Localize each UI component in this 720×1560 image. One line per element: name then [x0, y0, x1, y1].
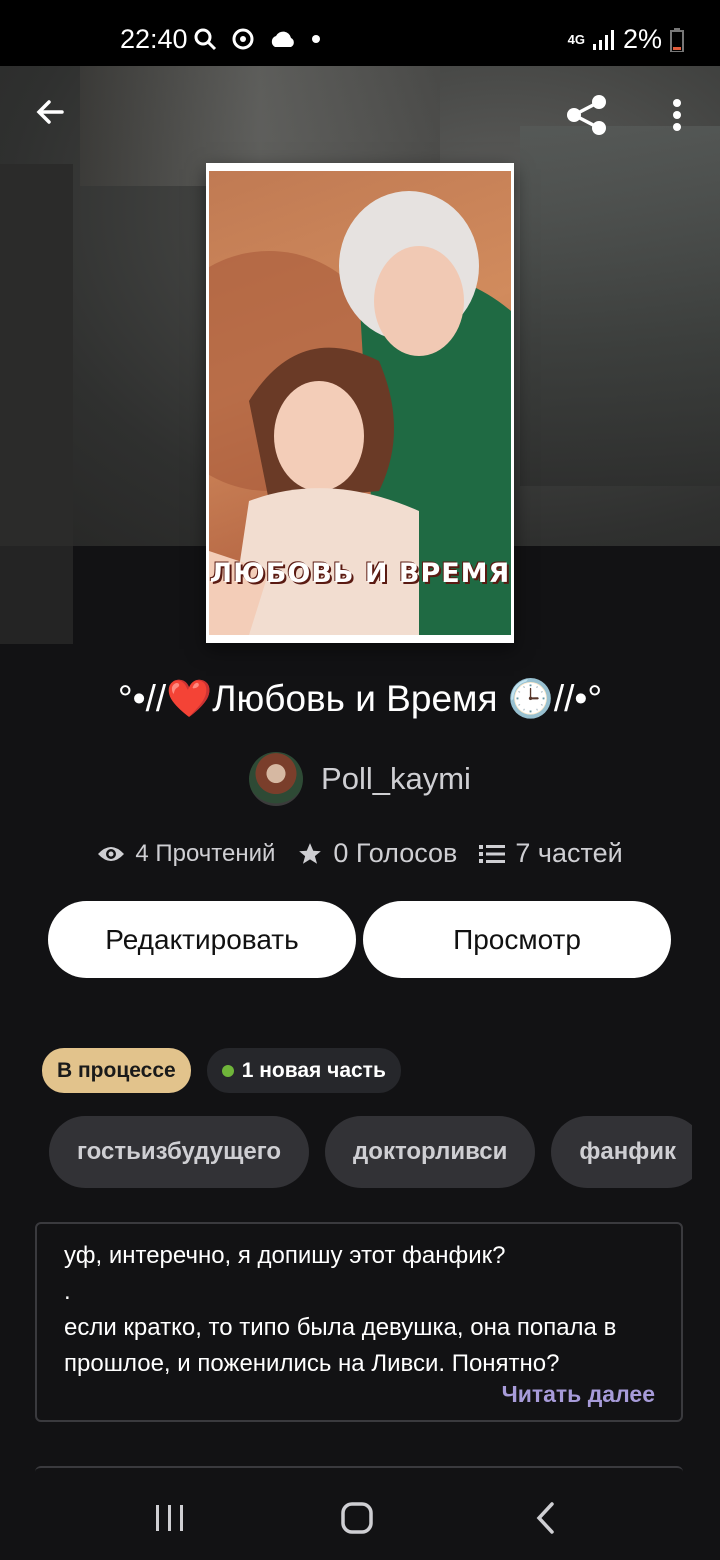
status-badge: В процессе — [42, 1048, 191, 1093]
author-name[interactable]: Poll_kaymi — [321, 761, 471, 797]
home-button[interactable] — [327, 1494, 387, 1542]
votes-stat: 0 Голосов — [297, 838, 457, 869]
battery-percent: 2% — [622, 24, 662, 54]
dot-icon — [312, 35, 320, 43]
status-bar: 22:40 4G 2% — [0, 0, 720, 66]
recents-button[interactable] — [140, 1494, 200, 1542]
signal-icon — [592, 29, 614, 50]
star-icon — [299, 842, 322, 864]
story-badges: В процессе 1 новая часть — [42, 1048, 401, 1093]
more-vert-icon — [673, 99, 681, 131]
new-part-label: 1 новая часть — [241, 1058, 386, 1082]
sync-icon — [232, 28, 254, 50]
votes-count: 0 Голосов — [333, 838, 458, 868]
description-card: уф, интеречно, я допишу этот фанфик? . е… — [35, 1222, 683, 1422]
network-type: 4G — [567, 32, 585, 47]
battery-icon — [670, 27, 684, 52]
system-nav-bar — [0, 1476, 720, 1560]
parts-count: 7 частей — [515, 838, 623, 868]
cloud-icon — [271, 31, 294, 47]
tag-chip[interactable]: гостьизбудущего — [49, 1116, 310, 1188]
tag-list[interactable]: гостьизбудущего докторливси фанфик — [49, 1116, 692, 1188]
description-text: уф, интеречно, я допишу этот фанфик? . е… — [64, 1242, 617, 1377]
status-time: 22:40 — [120, 24, 188, 54]
share-button[interactable] — [562, 90, 612, 140]
story-stats: 4 Прочтений 0 Голосов 7 частей — [0, 838, 720, 869]
top-bar — [0, 66, 720, 162]
edit-button[interactable]: Редактировать — [48, 901, 356, 978]
cover-artwork: ЛЮБОВЬ И ВРЕМЯ — [209, 171, 511, 635]
story-cover[interactable]: ЛЮБОВЬ И ВРЕМЯ — [206, 163, 514, 643]
recents-icon — [156, 1505, 183, 1531]
eye-icon — [98, 846, 125, 861]
search-icon — [194, 28, 217, 51]
nav-back-button[interactable] — [515, 1494, 575, 1542]
back-button[interactable] — [26, 88, 74, 136]
tag-chip[interactable]: фанфик — [551, 1116, 692, 1188]
cover-title: ЛЮБОВЬ И ВРЕМЯ — [209, 558, 511, 589]
reads-stat: 4 Прочтений — [97, 840, 275, 868]
list-icon — [479, 844, 506, 863]
avatar[interactable] — [249, 752, 304, 806]
tag-chip[interactable]: докторливси — [325, 1116, 536, 1188]
back-icon — [536, 1502, 554, 1534]
arrow-left-icon — [36, 100, 64, 124]
new-dot-icon — [221, 1064, 234, 1077]
read-more-link[interactable]: Читать далее — [502, 1381, 655, 1408]
home-icon — [341, 1502, 373, 1534]
more-button[interactable] — [656, 90, 698, 140]
reads-count: 4 Прочтений — [135, 839, 276, 867]
story-title: °•//❤️Любовь и Время 🕒//•° — [117, 678, 603, 719]
preview-button[interactable]: Просмотр — [363, 901, 671, 978]
share-icon — [567, 95, 606, 135]
new-part-badge: 1 новая часть — [206, 1048, 401, 1093]
parts-stat: 7 частей — [479, 838, 623, 869]
author-row[interactable]: Poll_kaymi — [0, 752, 720, 806]
